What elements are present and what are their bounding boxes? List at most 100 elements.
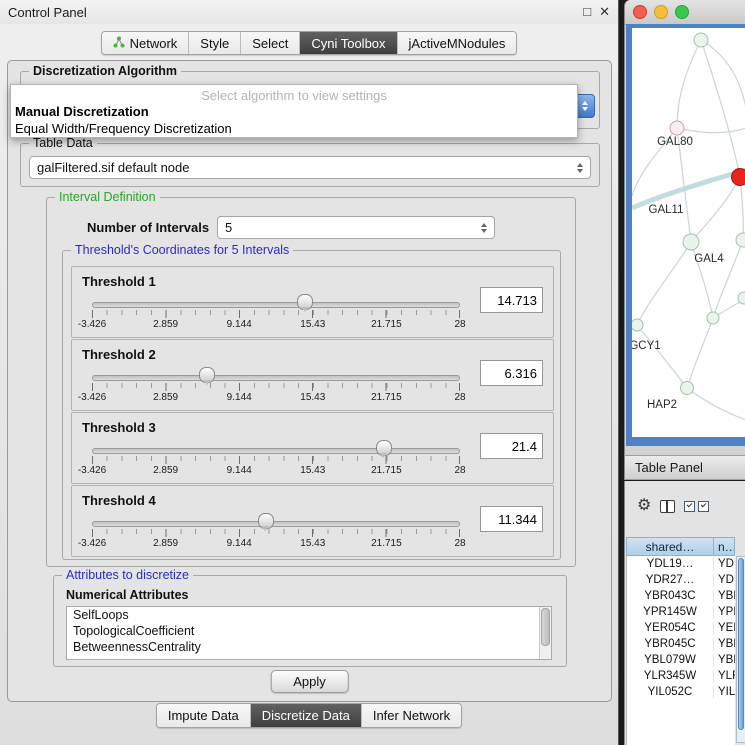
bottom-tab-bar: Impute Data Discretize Data Infer Networ… bbox=[0, 703, 618, 728]
select-columns-icon[interactable] bbox=[684, 501, 709, 512]
network-node[interactable] bbox=[736, 233, 745, 247]
threshold-slider[interactable]: -3.426 2.859 9.144 15.43 21.715 28 bbox=[92, 512, 460, 550]
tab-discretize-data[interactable]: Discretize Data bbox=[251, 704, 362, 727]
slider-thumb[interactable] bbox=[258, 513, 274, 529]
slider-track[interactable] bbox=[92, 521, 460, 527]
combo-arrows-icon bbox=[571, 163, 583, 173]
table-scrollbar[interactable] bbox=[736, 556, 745, 743]
cell: YIL052C bbox=[627, 686, 714, 698]
zoom-button[interactable] bbox=[675, 5, 689, 19]
columns-icon[interactable] bbox=[660, 500, 675, 513]
close-icon[interactable]: ✕ bbox=[599, 4, 610, 20]
threshold-value-input[interactable] bbox=[480, 360, 543, 386]
dropdown-option-equal-width[interactable]: Equal Width/Frequency Discretization bbox=[11, 120, 577, 137]
threshold-label: Threshold 4 bbox=[82, 493, 156, 508]
table-row[interactable]: YBL079W YBL0 bbox=[627, 652, 735, 668]
tick-label: 15.43 bbox=[300, 319, 325, 330]
combo-value: 5 bbox=[225, 220, 232, 235]
tab-label: Impute Data bbox=[168, 708, 239, 723]
list-item[interactable]: TopologicalCoefficient bbox=[67, 623, 551, 639]
threshold-slider[interactable]: -3.426 2.859 9.144 15.43 21.715 28 bbox=[92, 439, 460, 477]
slider-track[interactable] bbox=[92, 448, 460, 454]
table-row[interactable]: YER054C YER0 bbox=[627, 620, 735, 636]
tab-select[interactable]: Select bbox=[241, 32, 300, 54]
table-row[interactable]: YLR345W YLR3 bbox=[627, 668, 735, 684]
slider-thumb[interactable] bbox=[376, 440, 392, 456]
network-node[interactable] bbox=[707, 312, 719, 324]
list-item[interactable]: BetweennessCentrality bbox=[67, 639, 551, 655]
threshold-label: Threshold 1 bbox=[82, 274, 156, 289]
tab-style[interactable]: Style bbox=[189, 32, 241, 54]
tab-cyni-toolbox[interactable]: Cyni Toolbox bbox=[300, 32, 397, 54]
cell: YBR0 bbox=[714, 590, 735, 602]
dropdown-option-manual[interactable]: Manual Discretization bbox=[11, 103, 577, 120]
network-node[interactable] bbox=[738, 292, 745, 304]
tab-jactivemnodules[interactable]: jActiveMNodules bbox=[398, 32, 517, 54]
node-label: HAP2 bbox=[647, 399, 677, 411]
table-data-combobox[interactable]: galFiltered.sif default node bbox=[29, 156, 591, 179]
screen: Control Panel □ ✕ bbox=[0, 0, 745, 745]
threshold-value-input[interactable] bbox=[480, 287, 543, 313]
list-item[interactable]: SelfLoops bbox=[67, 607, 551, 623]
tick-label: -3.426 bbox=[78, 538, 106, 549]
threshold-panel: Threshold 3 -3.426 2.859 9.144 15.43 bbox=[71, 412, 554, 484]
tab-infer-network[interactable]: Infer Network bbox=[362, 704, 461, 727]
table-panel-header: Table Panel bbox=[624, 455, 745, 480]
gear-icon[interactable]: ⚙ bbox=[637, 498, 651, 514]
table-row[interactable]: YDL19… YDL1 bbox=[627, 556, 735, 572]
table-row[interactable]: YDR27… YDR2 bbox=[627, 572, 735, 588]
threshold-slider[interactable]: -3.426 2.859 9.144 15.43 21.715 28 bbox=[92, 293, 460, 331]
slider-thumb[interactable] bbox=[199, 367, 215, 383]
threshold-slider[interactable]: -3.426 2.859 9.144 15.43 21.715 28 bbox=[92, 366, 460, 404]
threshold-label: Threshold 3 bbox=[82, 420, 156, 435]
close-button[interactable] bbox=[633, 5, 647, 19]
cell: YLR345W bbox=[627, 670, 714, 682]
column-header-shared-name[interactable]: shared… bbox=[626, 537, 713, 556]
scrollbar-thumb[interactable] bbox=[738, 558, 744, 730]
tick-label: 15.43 bbox=[300, 465, 325, 476]
table-row[interactable]: YBR045C YBR0 bbox=[627, 636, 735, 652]
network-node[interactable] bbox=[683, 234, 699, 250]
slider-track[interactable] bbox=[92, 302, 460, 308]
slider-track[interactable] bbox=[92, 375, 460, 381]
float-window-icon[interactable]: □ bbox=[583, 4, 591, 20]
network-node[interactable] bbox=[681, 382, 694, 395]
network-edge-thick[interactable] bbox=[632, 170, 745, 208]
tab-impute-data[interactable]: Impute Data bbox=[157, 704, 251, 727]
cell: YDR2 bbox=[714, 574, 735, 586]
slider-thumb[interactable] bbox=[297, 294, 313, 310]
tab-label: Style bbox=[200, 36, 229, 51]
table-row[interactable]: YPR145W YPR1 bbox=[627, 604, 735, 620]
network-node[interactable] bbox=[670, 121, 684, 135]
tick-label: -3.426 bbox=[78, 465, 106, 476]
table-row[interactable]: YIL052C YIL0 bbox=[627, 684, 735, 700]
minimize-button[interactable] bbox=[654, 5, 668, 19]
column-header-name[interactable]: n… bbox=[713, 537, 735, 556]
threshold-value-input[interactable] bbox=[480, 433, 543, 459]
cell: YBR045C bbox=[627, 638, 714, 650]
node-label: GAL80 bbox=[657, 136, 693, 148]
network-window-titlebar bbox=[625, 0, 745, 25]
table-toolbar: ⚙ bbox=[625, 493, 709, 519]
network-canvas[interactable]: GAL80 GAL11 GAL4 GCY1 HAP2 bbox=[632, 28, 745, 437]
group-label: Attributes to discretize bbox=[62, 568, 193, 582]
num-intervals-combobox[interactable]: 5 bbox=[217, 216, 495, 239]
table-body: YDL19… YDL1 YDR27… YDR2 YBR043C YBR0 YPR… bbox=[626, 556, 735, 745]
network-node-selected[interactable] bbox=[732, 169, 745, 186]
attributes-list[interactable]: SelfLoops TopologicalCoefficient Between… bbox=[66, 606, 552, 660]
cell: YIL0 bbox=[714, 686, 735, 698]
list-scrollbar[interactable] bbox=[539, 607, 551, 659]
control-panel-titlebar: Control Panel □ ✕ bbox=[0, 0, 618, 24]
scrollbar-thumb[interactable] bbox=[541, 608, 550, 646]
network-node[interactable] bbox=[694, 33, 708, 47]
network-edges[interactable] bbox=[632, 40, 745, 420]
tick-label: 28 bbox=[454, 319, 465, 330]
tab-network[interactable]: Network bbox=[102, 32, 190, 54]
threshold-value-input[interactable] bbox=[480, 506, 543, 532]
tick-label: 21.715 bbox=[371, 538, 402, 549]
apply-button[interactable]: Apply bbox=[270, 670, 349, 693]
table-row[interactable]: YBR043C YBR0 bbox=[627, 588, 735, 604]
cell: YDL19… bbox=[627, 558, 714, 570]
network-node[interactable] bbox=[632, 319, 643, 331]
network-icon bbox=[113, 36, 125, 51]
